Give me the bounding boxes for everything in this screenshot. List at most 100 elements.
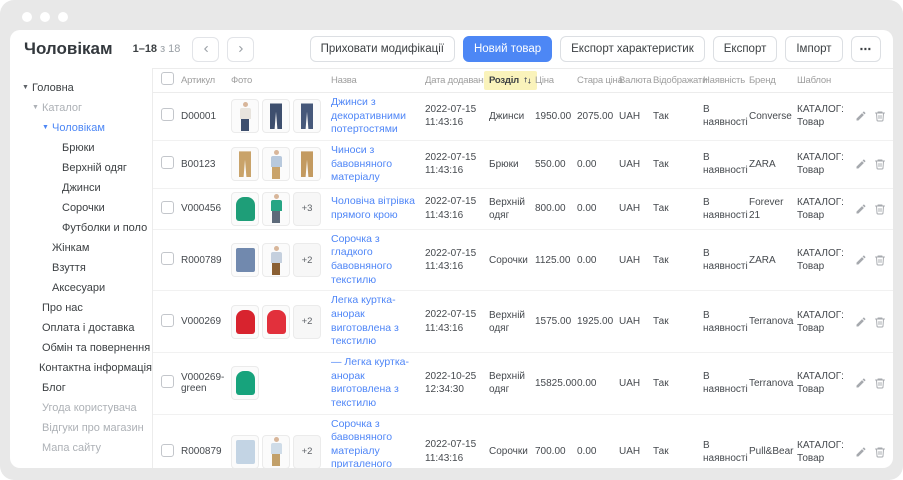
- column-header-date[interactable]: Дата додавання: [425, 75, 489, 86]
- column-header-availability[interactable]: Наявність: [703, 75, 749, 86]
- sidebar-item[interactable]: Відгуки про магазин: [10, 418, 152, 438]
- column-header-old-price[interactable]: Стара ціна: [577, 75, 619, 86]
- more-actions-button[interactable]: ⋯: [851, 36, 882, 62]
- column-header-name[interactable]: Назва: [331, 75, 425, 86]
- delete-product-button[interactable]: [874, 254, 886, 266]
- sidebar-item[interactable]: ▼Каталог: [10, 98, 152, 118]
- product-photo[interactable]: [262, 435, 290, 468]
- model-photo-shape: [240, 102, 251, 131]
- product-photo[interactable]: [293, 147, 321, 181]
- product-display: Так: [653, 445, 703, 458]
- product-photo[interactable]: [262, 99, 290, 133]
- row-checkbox[interactable]: [161, 444, 174, 457]
- product-availability: В наявності: [703, 309, 749, 335]
- column-header-photo[interactable]: Фото: [231, 75, 331, 86]
- product-name-link[interactable]: Сорочка з бавовняного матеріалу притален…: [331, 418, 392, 468]
- column-header-section[interactable]: Розділ: [489, 71, 535, 90]
- delete-product-button[interactable]: [874, 377, 886, 389]
- product-photo[interactable]: [231, 305, 259, 339]
- row-checkbox[interactable]: [161, 252, 174, 265]
- product-photo[interactable]: [231, 147, 259, 181]
- sidebar-item[interactable]: Мапа сайту: [10, 438, 152, 458]
- delete-product-button[interactable]: [874, 203, 886, 215]
- row-checkbox[interactable]: [161, 201, 174, 214]
- sidebar-item[interactable]: Жінкам: [10, 238, 152, 258]
- edit-product-button[interactable]: [855, 254, 867, 266]
- next-page-button[interactable]: [227, 37, 254, 62]
- edit-product-button[interactable]: [855, 446, 867, 458]
- sidebar-item[interactable]: Про нас: [10, 298, 152, 318]
- export-button[interactable]: Експорт: [713, 36, 778, 62]
- edit-product-button[interactable]: [855, 316, 867, 328]
- product-name-link[interactable]: Легка куртка-анорак виготовлена з тексти…: [331, 294, 399, 347]
- sidebar-item[interactable]: Оплата і доставка: [10, 318, 152, 338]
- delete-product-button[interactable]: [874, 446, 886, 458]
- page-title: Чоловікам: [24, 39, 113, 59]
- product-photo[interactable]: [262, 147, 290, 181]
- product-photo[interactable]: [262, 192, 290, 226]
- pants-photo-shape: [239, 151, 251, 177]
- product-availability: В наявності: [703, 103, 749, 129]
- row-checkbox[interactable]: [161, 375, 174, 388]
- sidebar-item[interactable]: Обмін та повернення: [10, 338, 152, 358]
- select-all-checkbox[interactable]: [161, 72, 174, 85]
- edit-product-button[interactable]: [855, 203, 867, 215]
- product-date-added: 2022-07-1511:43:16: [425, 151, 489, 178]
- product-photo[interactable]: [231, 435, 259, 468]
- column-header-brand[interactable]: Бренд: [749, 75, 797, 86]
- window-dot: [40, 12, 50, 22]
- product-photo[interactable]: [262, 243, 290, 277]
- new-product-button[interactable]: Новий товар: [463, 36, 552, 62]
- product-photo[interactable]: [231, 243, 259, 277]
- column-header-currency[interactable]: Валюта: [619, 75, 653, 86]
- product-name-link[interactable]: Сорочка з гладкого бавовняного текстилю: [331, 233, 392, 286]
- hide-modifications-button[interactable]: Приховати модифікації: [310, 36, 455, 62]
- product-name-link[interactable]: Чоловіча вітрівка прямого крою: [331, 195, 415, 221]
- import-button[interactable]: Імпорт: [785, 36, 842, 62]
- table-row: V000269-green— Легка куртка-анорак вигот…: [153, 353, 893, 415]
- product-name-link[interactable]: Джинси з декоративними потертостями: [331, 96, 406, 135]
- column-header-price[interactable]: Ціна: [535, 75, 577, 86]
- sidebar-item[interactable]: ▼Чоловікам: [10, 118, 152, 138]
- product-name-link[interactable]: Чиноси з бавовняного матеріалу: [331, 144, 392, 183]
- product-photo[interactable]: [231, 192, 259, 226]
- edit-product-button[interactable]: [855, 158, 867, 170]
- sidebar-item[interactable]: Верхній одяг: [10, 158, 152, 178]
- date-value: 2022-07-15: [425, 103, 485, 117]
- sidebar-item[interactable]: Аксесуари: [10, 278, 152, 298]
- edit-product-button[interactable]: [855, 110, 867, 122]
- sidebar-item[interactable]: Контактна інформація: [10, 358, 152, 378]
- export-characteristics-button[interactable]: Експорт характеристик: [560, 36, 705, 62]
- product-photo[interactable]: [231, 99, 259, 133]
- delete-product-button[interactable]: [874, 110, 886, 122]
- edit-product-button[interactable]: [855, 377, 867, 389]
- product-photo[interactable]: [262, 305, 290, 339]
- more-photos-badge[interactable]: +2: [293, 243, 321, 277]
- more-photos-badge[interactable]: +2: [293, 305, 321, 339]
- prev-page-button[interactable]: [192, 37, 219, 62]
- more-photos-badge[interactable]: +3: [293, 192, 321, 226]
- row-checkbox[interactable]: [161, 156, 174, 169]
- column-header-article[interactable]: Артикул: [181, 75, 231, 86]
- more-photos-badge[interactable]: +2: [293, 435, 321, 468]
- product-photo[interactable]: [231, 366, 259, 400]
- product-sku: V000456: [181, 203, 231, 214]
- row-checkbox[interactable]: [161, 314, 174, 327]
- delete-product-button[interactable]: [874, 316, 886, 328]
- sidebar-item[interactable]: Угода користувача: [10, 398, 152, 418]
- product-photo[interactable]: [293, 99, 321, 133]
- sidebar-item[interactable]: Брюки: [10, 138, 152, 158]
- row-checkbox[interactable]: [161, 108, 174, 121]
- product-name-link[interactable]: — Легка куртка-анорак виготовлена з текс…: [331, 356, 409, 409]
- sidebar-item[interactable]: ▼Головна: [10, 78, 152, 98]
- sidebar-item[interactable]: Блог: [10, 378, 152, 398]
- row-checkbox-cell: [153, 108, 181, 124]
- column-header-display[interactable]: Відображати: [653, 75, 703, 86]
- delete-product-button[interactable]: [874, 158, 886, 170]
- sidebar-item[interactable]: Джинси: [10, 178, 152, 198]
- sidebar-item[interactable]: Взуття: [10, 258, 152, 278]
- pants-photo-shape: [270, 103, 282, 129]
- sidebar-item[interactable]: Футболки и поло: [10, 218, 152, 238]
- column-header-template[interactable]: Шаблон: [797, 75, 855, 86]
- sidebar-item[interactable]: Сорочки: [10, 198, 152, 218]
